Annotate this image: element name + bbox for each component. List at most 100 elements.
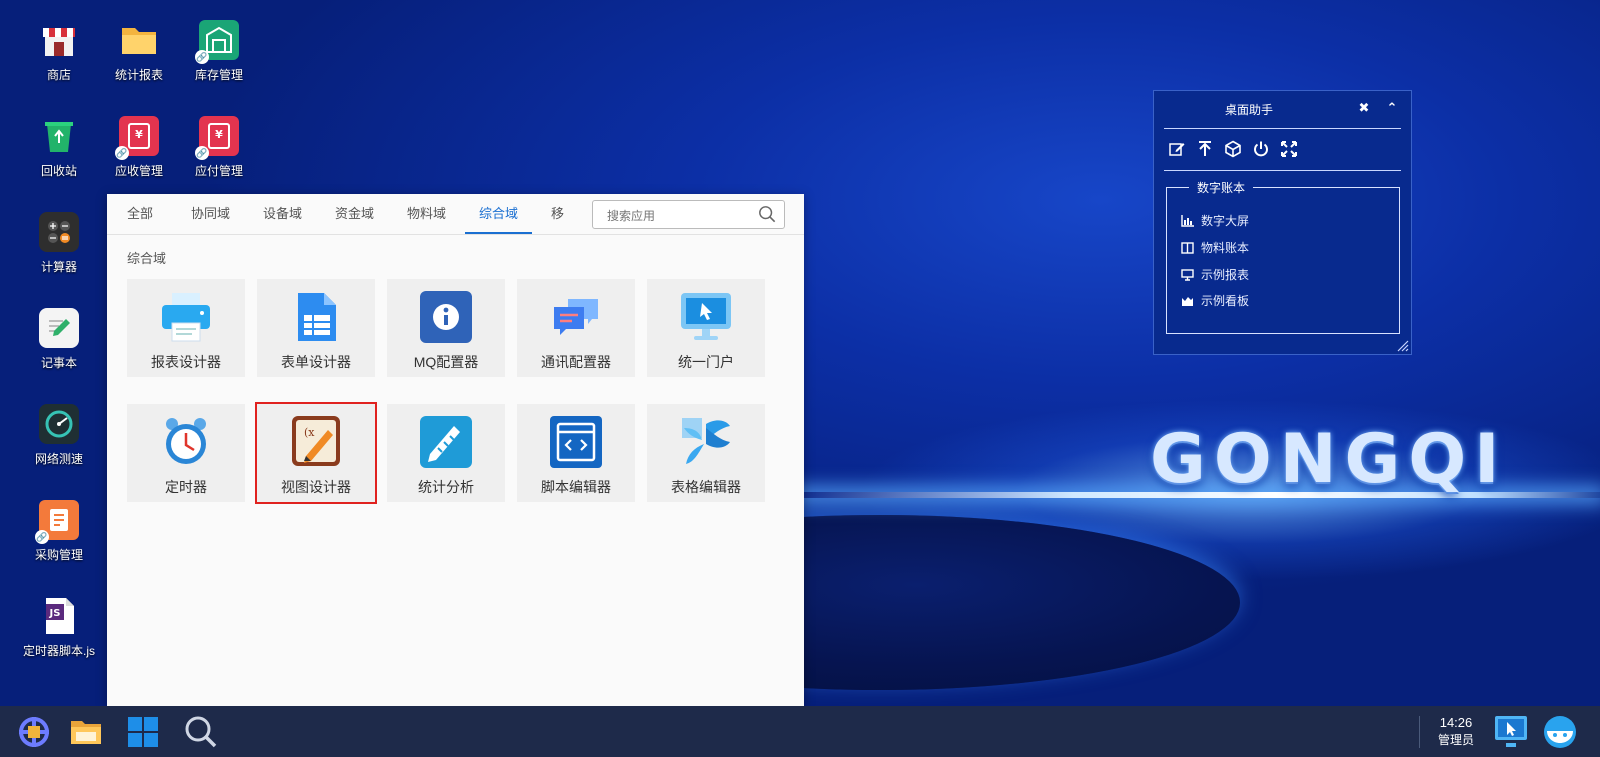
start-menu-icon[interactable] [16, 714, 52, 750]
app-unified-portal[interactable]: 统一门户 [647, 279, 765, 377]
taskbar-clock[interactable]: 14:26 管理员 [1428, 715, 1484, 748]
pin-top-icon[interactable] [1196, 140, 1214, 158]
digital-ledger-group: 数字账本 数字大屏 物料账本 示例报表 示例看板 [1166, 179, 1400, 334]
section-title: 综合域 [127, 251, 167, 266]
desktop-icon-timer-script[interactable]: JS 定时器脚本.js [21, 596, 97, 659]
taskbar-divider [1419, 716, 1420, 748]
app-form-designer[interactable]: 表单设计器 [257, 279, 375, 377]
tab-funds[interactable]: 资金域 [321, 194, 388, 234]
resize-handle-icon[interactable] [1397, 340, 1409, 352]
tab-comprehensive[interactable]: 综合域 [465, 194, 533, 234]
app-label: 统计分析 [418, 479, 474, 495]
file-manager-icon[interactable] [68, 714, 104, 750]
desktop-icon-calculator[interactable]: 计算器 [21, 212, 97, 275]
power-icon[interactable] [1252, 140, 1270, 158]
calculator-icon [39, 212, 79, 252]
tab-materials[interactable]: 物料域 [393, 194, 460, 234]
fullscreen-icon[interactable] [1280, 140, 1298, 158]
folder-icon [119, 20, 159, 60]
chat-icon [554, 299, 598, 335]
app-label: 表格编辑器 [671, 479, 741, 495]
app-timer[interactable]: 定时器 [127, 404, 245, 502]
taskbar: 14:26 管理员 [0, 706, 1600, 757]
store-icon [39, 20, 79, 60]
info-icon [420, 291, 472, 343]
form-icon [298, 293, 336, 341]
desktop-icon-label: 采购管理 [34, 548, 83, 562]
app-mq-configurator[interactable]: MQ配置器 [387, 279, 505, 377]
svg-text:¥: ¥ [215, 128, 223, 141]
portal-monitor-icon [681, 293, 731, 340]
collapse-chevron-up-icon[interactable]: ⌃ [1383, 99, 1401, 117]
desktop-icon-network-speed[interactable]: 网络测速 [21, 404, 97, 467]
desktop-assistant-widget: 桌面助手 ✖ ⌃ 数字账本 数字大屏 物料账本 示例报表 示例看板 [1153, 90, 1412, 355]
app-search-input[interactable] [605, 205, 749, 226]
book-icon [1181, 242, 1194, 254]
assistant-item-sample-report[interactable]: 示例报表 [1181, 266, 1249, 284]
desktop-icon-purchase[interactable]: 🔗 采购管理 [21, 500, 97, 563]
edit-icon[interactable] [1168, 140, 1186, 158]
desktop-icon-label: 应付管理 [194, 164, 243, 178]
clock-time: 14:26 [1439, 715, 1473, 730]
search-icon[interactable] [183, 714, 219, 750]
show-desktop-icon[interactable] [1492, 713, 1530, 751]
desktop-icon-recycle-bin[interactable]: 回收站 [21, 116, 97, 179]
app-report-designer[interactable]: 报表设计器 [127, 279, 245, 377]
app-label: 表单设计器 [281, 354, 351, 370]
desktop-icon-statistics-report[interactable]: 统计报表 [101, 20, 177, 83]
desktop-icon-inventory[interactable]: 🔗 库存管理 [181, 20, 257, 83]
receivable-icon: ¥ 🔗 [115, 116, 159, 160]
desktop-icon-receivable[interactable]: ¥ 🔗 应收管理 [101, 116, 177, 179]
app-script-editor[interactable]: 脚本编辑器 [517, 404, 635, 502]
app-label: 脚本编辑器 [541, 479, 611, 495]
desktop-icon-label: 统计报表 [114, 68, 163, 82]
close-icon[interactable]: ✖ [1355, 99, 1373, 117]
desktop-icon-notepad[interactable]: 记事本 [21, 308, 97, 371]
app-search-box[interactable] [592, 200, 785, 229]
assistant-item-material-ledger[interactable]: 物料账本 [1181, 239, 1249, 257]
app-statistical-analysis[interactable]: 统计分析 [387, 404, 505, 502]
desktop-icon-store[interactable]: 商店 [21, 20, 97, 83]
tab-all[interactable]: 全部 [113, 194, 167, 234]
monitor-icon [1181, 269, 1194, 281]
tab-mobile[interactable]: 移动 [537, 194, 585, 234]
assistant-item-label: 示例报表 [1201, 268, 1250, 282]
dashboard-chart-icon [1182, 297, 1193, 306]
view-designer-icon: (x [292, 416, 340, 466]
app-label: 统一门户 [678, 354, 734, 370]
desktop-icon-label: 网络测速 [34, 452, 83, 466]
desktop-icon-label: 定时器脚本.js [22, 644, 95, 658]
speedometer-icon [39, 404, 79, 444]
assistant-item-label: 数字大屏 [1201, 214, 1250, 228]
tab-equipment[interactable]: 设备域 [249, 194, 316, 234]
app-table-editor[interactable]: 表格编辑器 [647, 404, 765, 502]
link-badge-icon: 🔗 [195, 146, 209, 160]
app-communication-configurator[interactable]: 通讯配置器 [517, 279, 635, 377]
svg-text:JS: JS [49, 608, 61, 619]
bar-chart-icon [1181, 215, 1194, 227]
purchase-icon: 🔗 [35, 500, 79, 544]
desktop-icon-payable[interactable]: ¥ 🔗 应付管理 [181, 116, 257, 179]
assistant-bot-icon[interactable] [1541, 713, 1579, 751]
tab-collaboration[interactable]: 协同域 [177, 194, 244, 234]
search-icon[interactable] [758, 205, 776, 223]
cube-icon[interactable] [1224, 140, 1242, 158]
assistant-item-label: 示例看板 [1201, 294, 1250, 308]
app-label: MQ配置器 [413, 354, 479, 370]
desktop-icon-label: 记事本 [40, 356, 77, 370]
svg-text:(x: (x [304, 426, 315, 439]
app-label: 定时器 [165, 479, 207, 495]
app-view-designer[interactable]: (x 视图设计器 [255, 402, 377, 504]
wallpaper-brand-text: GONGQI [1150, 420, 1508, 499]
warehouse-icon: 🔗 [195, 20, 239, 64]
group-title: 数字账本 [1189, 179, 1254, 196]
windows-icon[interactable] [125, 714, 161, 750]
assistant-item-label: 物料账本 [1201, 241, 1250, 255]
assistant-item-digital-screen[interactable]: 数字大屏 [1181, 212, 1249, 230]
link-badge-icon: 🔗 [195, 50, 209, 64]
current-user: 管理员 [1437, 733, 1474, 747]
desktop-icon-label: 商店 [46, 68, 71, 82]
divider [1164, 170, 1401, 171]
assistant-item-sample-dashboard[interactable]: 示例看板 [1181, 292, 1249, 310]
notepad-icon [39, 308, 79, 348]
